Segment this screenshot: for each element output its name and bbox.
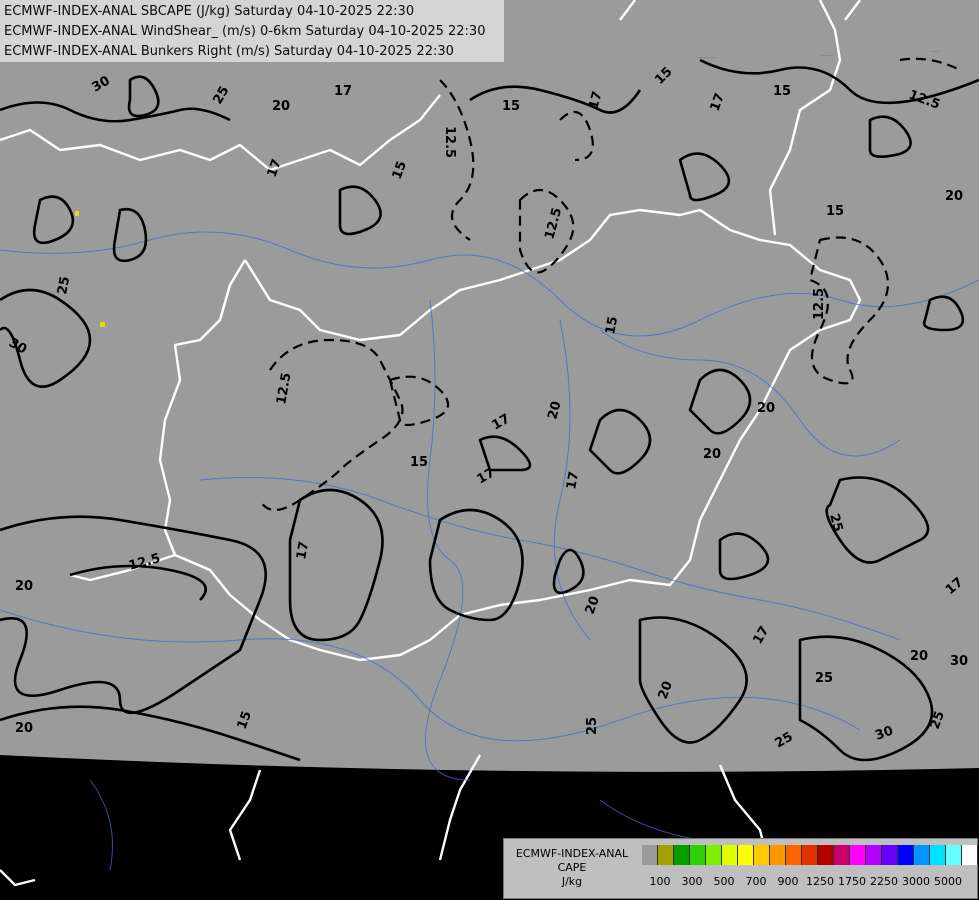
legend-tick-label: 5000 — [934, 875, 962, 888]
legend-swatch — [690, 845, 706, 865]
legend-swatch — [882, 845, 898, 865]
contour-label: 25 — [815, 671, 833, 686]
legend-title: ECMWF-INDEX-ANAL CAPE J/kg — [506, 847, 638, 889]
contour-label: 25 — [55, 275, 73, 295]
legend-tick-label: 300 — [681, 875, 703, 888]
legend-unit: J/kg — [561, 875, 583, 888]
legend-swatch — [962, 845, 978, 865]
legend-tick-label: 900 — [777, 875, 799, 888]
legend-ticks: 100 300 500 700 900 1250 1750 2250 3000 5000 — [642, 875, 972, 889]
contour-label: 17 — [334, 84, 352, 99]
legend-tick-label: 2250 — [870, 875, 898, 888]
legend-swatch — [818, 845, 834, 865]
contour-label: 20 — [910, 649, 928, 664]
legend-swatch — [770, 845, 786, 865]
contour-label: 15 — [502, 99, 520, 114]
legend-swatch — [754, 845, 770, 865]
legend-swatch — [658, 845, 674, 865]
legend-tick-label: 500 — [713, 875, 735, 888]
contour-label: 30 — [950, 654, 968, 669]
contour-label: 17 — [564, 470, 582, 490]
legend-swatch — [786, 845, 802, 865]
contour-label: 20 — [945, 189, 963, 204]
legend-swatch — [738, 845, 754, 865]
legend-swatches — [642, 845, 978, 865]
legend-swatch — [850, 845, 866, 865]
cape-spot — [100, 322, 105, 327]
contour-label: 20 — [15, 579, 33, 594]
contour-label: 20 — [703, 447, 721, 462]
title-box: ECMWF-INDEX-ANAL SBCAPE (J/kg) Saturday … — [0, 0, 504, 62]
legend-swatch — [834, 845, 850, 865]
cape-spot — [75, 211, 79, 216]
legend-source: ECMWF-INDEX-ANAL — [515, 847, 629, 860]
weather-map: 30 25 20 17 15 12.5 15 12.5 17 15 17 15 … — [0, 0, 979, 900]
title-sbcape: ECMWF-INDEX-ANAL SBCAPE (J/kg) Saturday … — [4, 4, 415, 19]
legend-swatch — [914, 845, 930, 865]
legend-tick-label: 700 — [745, 875, 767, 888]
title-bunkers: ECMWF-INDEX-ANAL Bunkers Right (m/s) Sat… — [4, 44, 454, 59]
contour-label: 20 — [272, 99, 290, 114]
color-legend: ECMWF-INDEX-ANAL CAPE J/kg 100 300 500 700 9… — [503, 838, 978, 899]
legend-tick-label: 1750 — [838, 875, 866, 888]
contour-label: 20 — [15, 721, 33, 736]
legend-swatch — [642, 845, 658, 865]
contour-label: 15 — [826, 204, 844, 219]
contour-label: 12.5 — [812, 288, 827, 320]
contour-label: 15 — [603, 315, 621, 335]
legend-tick-label: 1250 — [806, 875, 834, 888]
legend-swatch — [802, 845, 818, 865]
legend-swatch — [898, 845, 914, 865]
contour-label: 12.5 — [442, 126, 457, 158]
legend-swatch — [930, 845, 946, 865]
contour-label: 15 — [773, 84, 791, 99]
legend-swatch — [866, 845, 882, 865]
legend-variable: CAPE — [557, 861, 587, 874]
legend-swatch — [946, 845, 962, 865]
title-windshear: ECMWF-INDEX-ANAL WindShear_ (m/s) 0-6km … — [4, 24, 486, 39]
legend-tick-label: 100 — [649, 875, 671, 888]
contour-label: 20 — [757, 401, 775, 416]
contour-label: 25 — [585, 717, 600, 735]
legend-tick-label: 3000 — [902, 875, 930, 888]
contour-label: 17 — [294, 540, 312, 560]
legend-swatch — [722, 845, 738, 865]
legend-swatch — [706, 845, 722, 865]
contour-label: 15 — [410, 455, 428, 470]
legend-swatch — [674, 845, 690, 865]
